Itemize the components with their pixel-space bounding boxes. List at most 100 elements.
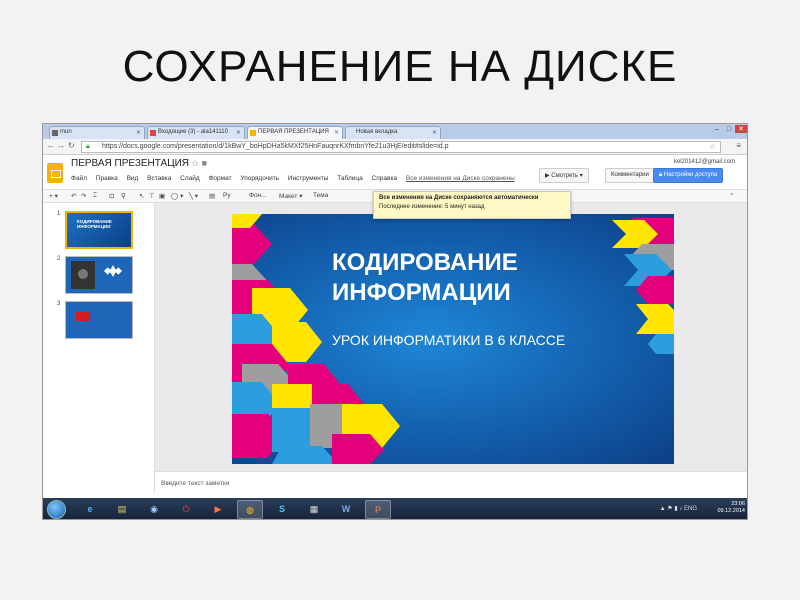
page-icon: [52, 130, 58, 136]
close-icon[interactable]: ✕: [432, 129, 437, 136]
menu-bar: Файл Правка Вид Вставка Слайд Формат Упо…: [71, 175, 522, 182]
undo-icon[interactable]: ↶: [71, 192, 76, 200]
star-icon[interactable]: ☆: [191, 158, 199, 168]
slide-thumbnail-3[interactable]: [65, 301, 133, 339]
bookmark-star-icon[interactable]: ☆: [709, 142, 716, 151]
slide-thumbnail-2[interactable]: [65, 256, 133, 294]
back-icon[interactable]: ←: [47, 141, 55, 150]
thumb-number: 1: [57, 211, 61, 217]
reload-icon[interactable]: ↻: [68, 141, 75, 150]
menu-slide[interactable]: Слайд: [180, 175, 200, 182]
close-icon[interactable]: ✕: [236, 129, 241, 136]
clock-time: 23:06: [731, 501, 745, 507]
share-button[interactable]: 🔒︎ Настройки доступа: [653, 168, 724, 183]
user-email[interactable]: kel201412@gmail.com: [674, 159, 735, 165]
speaker-notes-input[interactable]: Введите текст заметки: [155, 471, 747, 493]
network-icon[interactable]: ▮: [674, 506, 677, 512]
chevron-down-icon: ▾: [579, 173, 583, 179]
shape-icon[interactable]: ◯ ▾: [171, 192, 183, 200]
minimize-icon[interactable]: –: [711, 126, 723, 133]
slide-subtitle[interactable]: УРОК ИНФОРМАТИКИ В 6 КЛАССЕ: [332, 330, 602, 350]
slide-title-line2: ИНФОРМАЦИИ: [332, 279, 511, 306]
word-icon[interactable]: W: [333, 500, 359, 519]
textbox-icon[interactable]: ⊤: [149, 192, 155, 200]
chrome-icon[interactable]: ◍: [237, 500, 263, 519]
collapse-icon[interactable]: ⌃: [729, 192, 734, 200]
paint-format-icon[interactable]: ⌶: [93, 192, 97, 200]
calculator-icon[interactable]: ▦: [301, 500, 327, 519]
close-icon[interactable]: ✕: [334, 129, 339, 136]
share-label: Настройки доступа: [663, 172, 718, 178]
thumb-red-shape: [76, 312, 90, 321]
present-button[interactable]: ▶ Смотреть ▾: [539, 168, 589, 183]
window-controls: – □ ✕: [711, 125, 747, 133]
slide-title-line1: КОДИРОВАНИЕ: [332, 249, 518, 276]
browser-tab[interactable]: Новая вкладка ✕: [345, 126, 441, 139]
tab-label: Входящие (3) - ala141110: [158, 129, 228, 135]
skype-icon[interactable]: S: [269, 500, 295, 519]
menu-table[interactable]: Таблица: [337, 175, 363, 182]
ie-icon[interactable]: e: [77, 500, 103, 519]
line-icon[interactable]: ╲ ▾: [189, 192, 198, 200]
slide-title[interactable]: КОДИРОВАНИЕ ИНФОРМАЦИИ: [332, 248, 518, 308]
folder-icon[interactable]: ■: [202, 158, 207, 168]
clock[interactable]: 23:06 09.12.2014: [717, 501, 745, 515]
menu-tools[interactable]: Инструменты: [288, 175, 329, 182]
menu-arrange[interactable]: Упорядочить: [240, 175, 279, 182]
redo-icon[interactable]: ↷: [81, 192, 86, 200]
burst-shape: [104, 265, 122, 277]
menu-edit[interactable]: Правка: [96, 175, 118, 182]
zoom-icon[interactable]: ⚲: [121, 192, 126, 200]
browser-tab[interactable]: Входящие (3) - ala141110 ✕: [147, 126, 245, 139]
hamburger-menu-icon[interactable]: ≡: [736, 141, 741, 150]
background-button[interactable]: Фон...: [249, 192, 267, 199]
menu-help[interactable]: Справка: [372, 175, 398, 182]
url-input[interactable]: 🔒︎ https://docs.google.com/presentation/…: [81, 141, 721, 153]
image-icon[interactable]: ▣: [159, 192, 165, 200]
tray-icons: ▲ ⚑ ▮ ♪ ENG: [660, 505, 697, 512]
explorer-icon[interactable]: ▤: [109, 500, 135, 519]
comments-button[interactable]: Комментарии: [605, 168, 655, 183]
layout-label: Макет: [279, 193, 298, 200]
volume-icon[interactable]: ♪: [679, 506, 682, 512]
theme-button[interactable]: Тема: [313, 192, 328, 199]
screenshot-frame: mun ✕ Входящие (3) - ala141110 ✕ ПЕРВАЯ …: [42, 123, 748, 520]
comment-icon[interactable]: ▤: [209, 192, 215, 200]
layout-button[interactable]: Макет ▾: [279, 192, 302, 200]
thumb-number: 3: [57, 301, 61, 307]
menu-file[interactable]: Файл: [71, 175, 87, 182]
power-app-icon[interactable]: ⏻: [173, 500, 199, 519]
start-button[interactable]: [47, 500, 66, 519]
clock-date: 09.12.2014: [717, 508, 745, 514]
menu-format[interactable]: Формат: [208, 175, 231, 182]
close-window-icon[interactable]: ✕: [735, 125, 747, 133]
language-indicator[interactable]: ENG: [684, 506, 697, 512]
zoom-fit-icon[interactable]: ⊡: [109, 192, 114, 200]
new-slide-icon[interactable]: + ▾: [49, 192, 58, 200]
autosave-tooltip: Все изменения на Диске сохраняются автом…: [373, 191, 571, 219]
media-icon[interactable]: ▶: [205, 500, 231, 519]
tooltip-title: Все изменения на Диске сохраняются автом…: [379, 195, 539, 201]
slide-thumbnail-1[interactable]: КОДИРОВАНИЕ ИНФОРМАЦИИ: [65, 211, 133, 249]
play-icon: ▶: [545, 173, 550, 179]
menu-view[interactable]: Вид: [127, 175, 139, 182]
disc-icon: [78, 269, 88, 279]
up-arrow-icon[interactable]: ▲: [660, 506, 666, 512]
close-icon[interactable]: ✕: [136, 129, 141, 136]
save-status-link[interactable]: Все изменения на Диске сохранены: [406, 175, 515, 182]
select-icon[interactable]: ↖: [139, 192, 144, 200]
browser-tab-active[interactable]: ПЕРВАЯ ПРЕЗЕНТАЦИЯ ✕: [247, 126, 343, 139]
tab-label: mun: [60, 129, 72, 135]
zoom-select[interactable]: Ру: [223, 192, 231, 199]
browser-tab[interactable]: mun ✕: [49, 126, 145, 139]
slides-logo-icon[interactable]: [47, 163, 63, 183]
flag-icon[interactable]: ⚑: [667, 506, 672, 512]
document-title[interactable]: ПЕРВАЯ ПРЕЗЕНТАЦИЯ: [71, 158, 189, 169]
menu-insert[interactable]: Вставка: [147, 175, 171, 182]
forward-icon[interactable]: →: [57, 141, 65, 150]
tab-label: Новая вкладка: [356, 129, 398, 135]
main-slide[interactable]: КОДИРОВАНИЕ ИНФОРМАЦИИ УРОК ИНФОРМАТИКИ …: [232, 214, 674, 464]
powerpoint-icon[interactable]: P: [365, 500, 391, 519]
app-icon[interactable]: ◉: [141, 500, 167, 519]
maximize-icon[interactable]: □: [723, 126, 735, 133]
